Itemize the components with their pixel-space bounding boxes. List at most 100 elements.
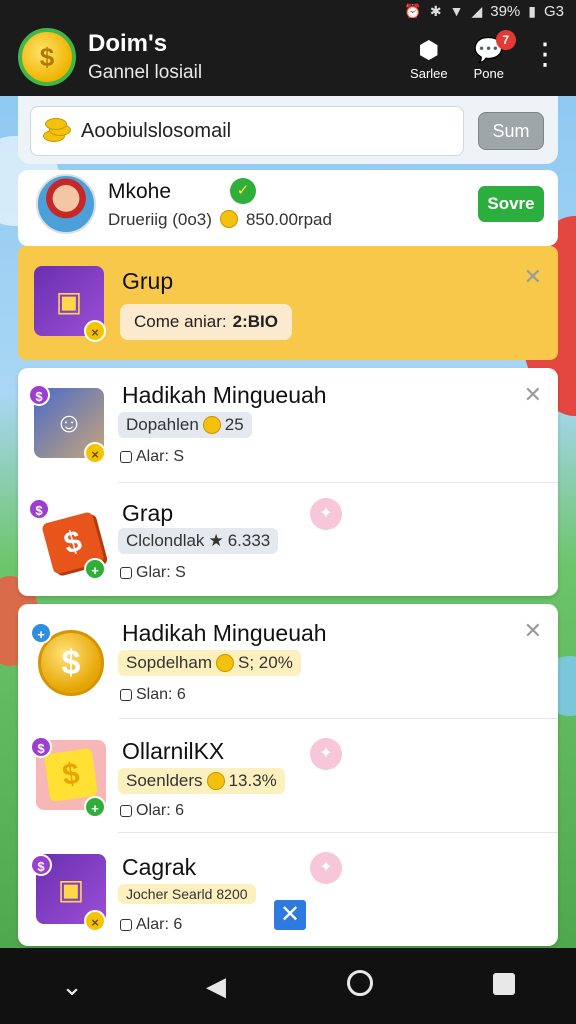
square-icon xyxy=(120,919,132,931)
coin-stack-icon xyxy=(39,116,75,146)
item-sub-pill: Jocher Searld 8200 xyxy=(118,884,256,904)
controller-icon: ⬢ xyxy=(418,37,440,64)
item-meta: Glar: S xyxy=(120,564,186,582)
pone-label: Pone xyxy=(473,66,504,81)
item-meta-text: Glar: S xyxy=(136,564,186,581)
badge-icon: $ xyxy=(28,384,50,406)
item-title: Hadikah Mingueuah xyxy=(122,382,327,408)
highlight-pill: Come aniar: 2:BIO xyxy=(120,304,292,340)
close-icon[interactable]: ✕ xyxy=(524,264,542,290)
list-item[interactable]: $ $ + OllarnilKX Soenlders 13.3% Olar: 6… xyxy=(18,718,558,832)
ad-close-icon[interactable]: ✕ xyxy=(274,900,306,930)
badge-icon: × xyxy=(84,442,106,464)
chevron-down-icon[interactable]: ⌄ xyxy=(42,971,102,1002)
item-title: Hadikah Mingueuah xyxy=(122,620,327,646)
app-header: $ Doim's Gannel losiail ⬢ Sarlee 💬 7 Pone… xyxy=(0,18,576,96)
close-icon[interactable]: ✕ xyxy=(524,618,542,644)
item-meta: Slan: 6 xyxy=(120,686,186,704)
item-sub-pill: Soenlders 13.3% xyxy=(118,768,285,794)
badge-icon: × xyxy=(84,320,106,342)
profile-action-button[interactable]: Sovre xyxy=(478,186,544,222)
profile-name: Mkohe xyxy=(108,180,172,203)
badge-icon: $ xyxy=(30,736,52,758)
alarm-icon: ⏰ xyxy=(404,2,422,19)
square-icon xyxy=(120,805,132,817)
item-sub-value: 8200 xyxy=(216,886,248,902)
search-input[interactable]: Aoobiulslosomail xyxy=(30,106,464,156)
back-icon[interactable]: ◀ xyxy=(186,971,246,1002)
battery-level: 39% xyxy=(490,2,521,20)
item-sub: Soenlders xyxy=(126,771,203,790)
item-sub-value: 6.333 xyxy=(227,531,271,550)
sarlee-label: Sarlee xyxy=(410,66,448,81)
profile-meta: Drueriig (0o3) 850.00rpad xyxy=(108,210,332,230)
badge-icon: $ xyxy=(30,854,52,876)
item-sub: Jocher Searld xyxy=(126,886,213,902)
item-title: Grap xyxy=(122,500,174,526)
more-menu-icon[interactable]: ⋮ xyxy=(530,40,560,70)
home-button[interactable] xyxy=(330,969,390,1003)
highlight-card[interactable]: ▣ × Grup Come aniar: 2:BIO ✕ xyxy=(18,246,558,360)
app-subtitle: Gannel losiail xyxy=(88,62,203,83)
item-sub: Sopdelham xyxy=(126,653,213,672)
group-card-2: $ + Hadikah Mingueuah Sopdelham S; 20% S… xyxy=(18,604,558,946)
coin-icon xyxy=(202,416,221,434)
recents-button[interactable] xyxy=(474,971,534,1002)
pone-button[interactable]: 💬 7 Pone xyxy=(473,30,516,81)
coin-icon xyxy=(206,772,225,790)
item-sub: Dopahlen xyxy=(126,415,199,434)
item-sub-value: 13.3% xyxy=(228,771,277,790)
item-meta: Olar: 6 xyxy=(120,802,184,820)
favorite-icon[interactable]: ✦ xyxy=(310,738,342,770)
star-icon: ★ xyxy=(208,531,224,550)
list-item[interactable]: $ $ + Grap Clclondlak ★ 6.333 Glar: S ✦ xyxy=(18,482,558,596)
item-meta-text: Alar: S xyxy=(136,448,185,465)
search-card: Aoobiulslosomail Sum xyxy=(18,96,558,164)
highlight-title: Grup xyxy=(122,268,174,294)
square-icon xyxy=(120,451,132,463)
bluetooth-icon: ✱ xyxy=(429,2,442,19)
clock: G3 xyxy=(543,2,564,20)
list-item[interactable]: ☺ $ × Hadikah Mingueuah Dopahlen 25 Alar… xyxy=(18,368,558,482)
item-sub-value: 25 xyxy=(224,415,244,434)
close-icon[interactable]: ✕ xyxy=(524,382,542,408)
chat-icon: 💬 7 xyxy=(474,30,516,66)
badge-icon: + xyxy=(30,622,52,644)
badge-icon: × xyxy=(84,910,106,932)
avatar xyxy=(36,174,96,234)
favorite-icon[interactable]: ✦ xyxy=(310,498,342,530)
recents-icon xyxy=(493,972,515,995)
group-card-1: ☺ $ × Hadikah Mingueuah Dopahlen 25 Alar… xyxy=(18,368,558,596)
square-icon xyxy=(120,689,132,701)
list-item[interactable]: $ + Hadikah Mingueuah Sopdelham S; 20% S… xyxy=(18,604,558,718)
item-meta-text: Alar: 6 xyxy=(136,916,183,933)
item-sub: Clclondlak xyxy=(126,531,205,550)
badge-icon: + xyxy=(84,796,106,818)
wifi-icon: ▼ xyxy=(449,3,464,19)
item-title: Cagrak xyxy=(122,854,197,880)
square-icon xyxy=(120,567,132,579)
item-title: OllarnilKX xyxy=(122,738,225,764)
profile-card[interactable]: Mkohe ✓ Drueriig (0o3) 850.00rpad Sovre xyxy=(18,170,558,246)
verified-icon: ✓ xyxy=(230,178,256,204)
search-button[interactable]: Sum xyxy=(478,112,544,150)
item-sub-pill: Dopahlen 25 xyxy=(118,412,252,438)
sarlee-button[interactable]: ⬢ Sarlee xyxy=(410,36,448,81)
badge-icon: $ xyxy=(28,498,50,520)
item-meta-text: Olar: 6 xyxy=(136,802,185,819)
item-meta: Alar: S xyxy=(120,448,184,466)
item-sub-value: S; 20% xyxy=(238,653,293,672)
search-text: Aoobiulslosomail xyxy=(81,119,232,142)
favorite-icon[interactable]: ✦ xyxy=(310,852,342,884)
coin-icon xyxy=(216,654,235,672)
coin-icon xyxy=(219,210,238,228)
item-sub-pill: Clclondlak ★ 6.333 xyxy=(118,528,279,554)
hl-pill-value: 2:BIO xyxy=(232,312,278,331)
item-sub-pill: Sopdelham S; 20% xyxy=(118,650,301,676)
hl-pill-prefix: Come aniar: xyxy=(134,312,227,331)
app-title: Doim's xyxy=(88,30,168,57)
home-icon xyxy=(347,969,373,996)
item-meta-text: Slan: 6 xyxy=(136,686,186,703)
battery-icon: ▮ xyxy=(528,2,536,19)
profile-meta-left: Drueriig (0o3) xyxy=(108,210,212,229)
